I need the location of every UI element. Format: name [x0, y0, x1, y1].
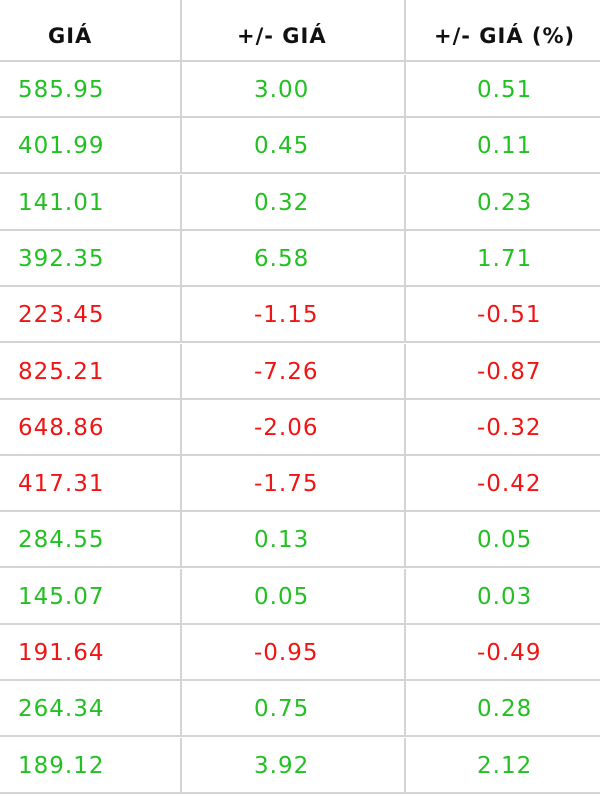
- change-cell: 3.00: [180, 62, 404, 116]
- table-row: 284.55 0.13 0.05: [0, 512, 600, 569]
- table-row: 189.12 3.92 2.12: [0, 737, 600, 794]
- change-cell: 0.45: [180, 118, 404, 173]
- change-percent-cell: 0.03: [404, 568, 600, 623]
- table-row: 145.07 0.05 0.03: [0, 568, 600, 625]
- price-cell: 191.64: [18, 640, 105, 666]
- change-percent-cell: 0.23: [404, 174, 600, 229]
- table-row: 401.99 0.45 0.11: [0, 118, 600, 175]
- price-cell: 145.07: [18, 583, 105, 610]
- change-percent-cell: 0.28: [404, 681, 600, 736]
- header-price: GIÁ: [48, 24, 93, 48]
- change-cell: -1.75: [180, 456, 404, 511]
- table-row: 392.35 6.58 1.71: [0, 230, 600, 287]
- price-cell: 284.55: [18, 527, 105, 554]
- table-row: 648.86 -2.06 -0.32: [0, 399, 600, 456]
- change-percent-cell: 2.12: [404, 737, 600, 792]
- change-percent-cell: 0.05: [404, 512, 600, 567]
- price-cell: 585.95: [18, 77, 105, 103]
- table-row: 417.31 -1.75 -0.42: [0, 456, 600, 513]
- table-row: 223.45 -1.15 -0.51: [0, 287, 600, 344]
- table-row: 585.95 3.00 0.51: [0, 62, 600, 118]
- header-change: +/- GIÁ: [180, 0, 404, 60]
- price-cell: 223.45: [18, 302, 105, 329]
- change-percent-cell: -0.49: [404, 625, 600, 679]
- price-cell: 189.12: [18, 752, 105, 779]
- table-row: 264.34 0.75 0.28: [0, 681, 600, 738]
- price-cell: 825.21: [18, 358, 105, 385]
- change-percent-cell: -0.87: [404, 343, 600, 398]
- table-row: 191.64 -0.95 -0.49: [0, 625, 600, 681]
- price-cell: 392.35: [18, 245, 105, 272]
- header-change-percent: +/- GIÁ (%): [404, 0, 600, 60]
- change-cell: 0.75: [180, 681, 404, 736]
- change-percent-cell: -0.51: [404, 287, 600, 342]
- change-cell: -1.15: [180, 287, 404, 342]
- price-cell: 648.86: [18, 414, 105, 441]
- table-row: 825.21 -7.26 -0.87: [0, 343, 600, 400]
- table-row: 141.01 0.32 0.23: [0, 174, 600, 231]
- change-cell: -7.26: [180, 343, 404, 398]
- price-cell: 141.01: [18, 189, 105, 216]
- table-header-row: GIÁ +/- GIÁ +/- GIÁ (%): [0, 0, 600, 62]
- price-cell: 264.34: [18, 696, 105, 723]
- price-table: GIÁ +/- GIÁ +/- GIÁ (%) 585.95 3.00 0.51 40…: [0, 0, 600, 800]
- change-percent-cell: -0.42: [404, 456, 600, 511]
- change-percent-cell: 0.51: [404, 62, 600, 116]
- change-cell: 3.92: [180, 737, 404, 792]
- change-cell: 0.32: [180, 174, 404, 229]
- change-cell: 6.58: [180, 230, 404, 285]
- change-cell: 0.05: [180, 568, 404, 623]
- change-percent-cell: 0.11: [404, 118, 600, 173]
- change-cell: -0.95: [180, 625, 404, 679]
- price-cell: 417.31: [18, 471, 105, 498]
- price-cell: 401.99: [18, 133, 105, 160]
- change-percent-cell: 1.71: [404, 230, 600, 285]
- change-cell: 0.13: [180, 512, 404, 567]
- change-percent-cell: -0.32: [404, 399, 600, 454]
- change-cell: -2.06: [180, 399, 404, 454]
